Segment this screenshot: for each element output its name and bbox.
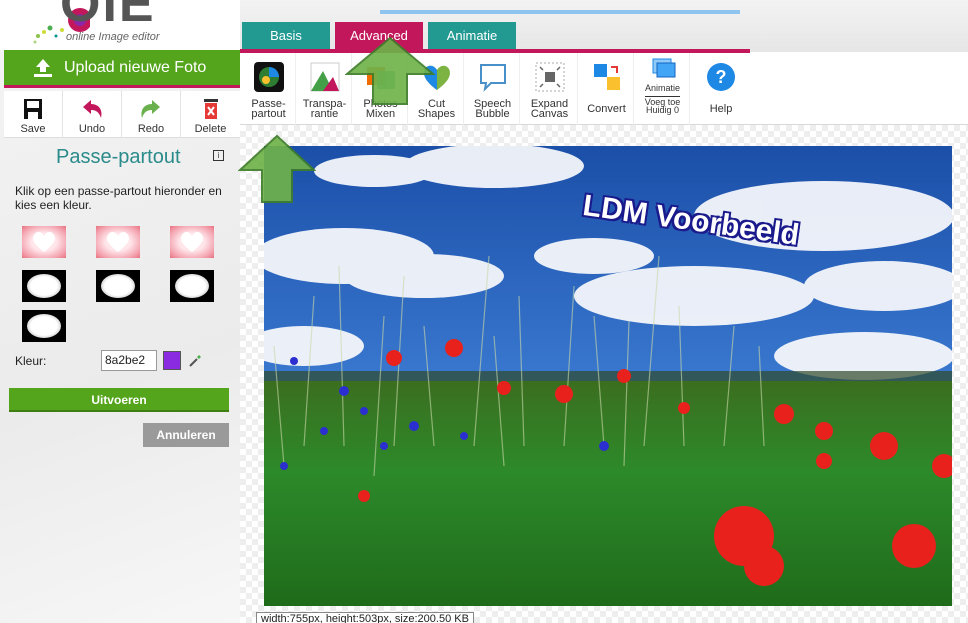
eyedropper-icon[interactable] — [188, 352, 204, 368]
undo-icon — [83, 100, 102, 118]
save-label: Save — [20, 123, 46, 135]
passepartout-oval-4[interactable] — [22, 310, 66, 342]
delete-icon — [203, 99, 218, 119]
speech-bubble-icon — [479, 64, 506, 92]
passepartout-oval-3[interactable] — [170, 270, 214, 302]
save-icon — [24, 99, 42, 119]
kleur-swatch[interactable] — [163, 351, 181, 370]
animatie-button[interactable]: Animatie Voeg toe Huidig 0 — [636, 53, 690, 125]
panel-description: Klik op een passe-partout hieronder en k… — [15, 184, 222, 212]
heart-icon — [107, 232, 129, 252]
help-button[interactable]: ? Help — [694, 53, 748, 125]
expand-canvas-icon — [535, 62, 564, 92]
transparantie-label: Transpa- rantie — [302, 98, 347, 120]
logo-subtitle: online Image editor — [66, 31, 160, 43]
save-button[interactable]: Save — [4, 91, 63, 138]
undo-button[interactable]: Undo — [63, 91, 122, 138]
cancel-button[interactable]: Annuleren — [143, 423, 229, 447]
animatie-label: Animatie — [644, 83, 680, 93]
speech-bubble-label: Speech Bubble — [473, 98, 512, 120]
left-toolbar: Save Undo Redo Delete — [4, 91, 240, 138]
speech-bubble-button[interactable]: Speech Bubble — [466, 53, 520, 125]
help-icon: ? — [707, 63, 735, 91]
tab-animatie[interactable]: Animatie — [428, 22, 516, 49]
kleur-label: Kleur: — [15, 354, 47, 368]
heart-icon — [33, 232, 55, 252]
transparency-icon — [310, 62, 339, 92]
redo-label: Redo — [137, 123, 165, 135]
photo-canvas[interactable]: LDM Voorbeeld — [264, 146, 952, 606]
convert-button[interactable]: Convert — [580, 53, 634, 125]
logo: OIE online Image editor — [0, 0, 240, 50]
svg-text:?: ? — [716, 67, 727, 87]
upload-icon — [34, 58, 52, 77]
redo-icon — [141, 100, 160, 118]
tab-basis[interactable]: Basis — [242, 22, 330, 49]
expand-canvas-button[interactable]: Expand Canvas — [522, 53, 578, 125]
panel-title: Passe-partout — [56, 146, 181, 168]
transparantie-button[interactable]: Transpa- rantie — [298, 53, 352, 125]
passepartout-label: Passe- partout — [251, 98, 286, 120]
expand-canvas-label: Expand Canvas — [530, 98, 569, 120]
logo-text: OIE — [60, 0, 156, 33]
convert-icon — [593, 64, 620, 90]
delete-label: Delete — [194, 123, 227, 135]
info-icon[interactable]: i — [213, 150, 224, 161]
passepartout-oval-2[interactable] — [96, 270, 140, 302]
help-label: Help — [709, 103, 733, 115]
arrow-up-icon — [238, 134, 316, 203]
passepartout-heart-1[interactable] — [22, 226, 66, 258]
voeg-toe-label: Voeg toe Huidig 0 — [644, 96, 681, 115]
passepartout-button[interactable]: Passe- partout — [242, 53, 296, 125]
left-panel: OIE online Image editor Upload nieuwe Fo… — [0, 0, 240, 623]
undo-label: Undo — [78, 123, 106, 135]
passepartout-heart-3[interactable] — [170, 226, 214, 258]
passepartout-oval-1[interactable] — [22, 270, 66, 302]
kleur-input[interactable]: 8a2be2 — [101, 350, 157, 371]
apply-button[interactable]: Uitvoeren — [9, 388, 229, 412]
animation-frames-icon — [652, 58, 675, 78]
convert-label: Convert — [587, 103, 626, 115]
passepartout-icon — [253, 62, 284, 92]
status-bar: width:755px, height:503px, size:200.50 K… — [256, 612, 474, 623]
upload-label: Upload nieuwe Foto — [64, 58, 207, 76]
redo-button[interactable]: Redo — [122, 91, 181, 138]
delete-button[interactable]: Delete — [181, 91, 240, 138]
passepartout-heart-2[interactable] — [96, 226, 140, 258]
top-accent-bar — [380, 10, 740, 14]
upload-button[interactable]: Upload nieuwe Foto — [4, 50, 240, 88]
heart-icon — [181, 232, 203, 252]
arrow-up-icon — [345, 36, 435, 105]
